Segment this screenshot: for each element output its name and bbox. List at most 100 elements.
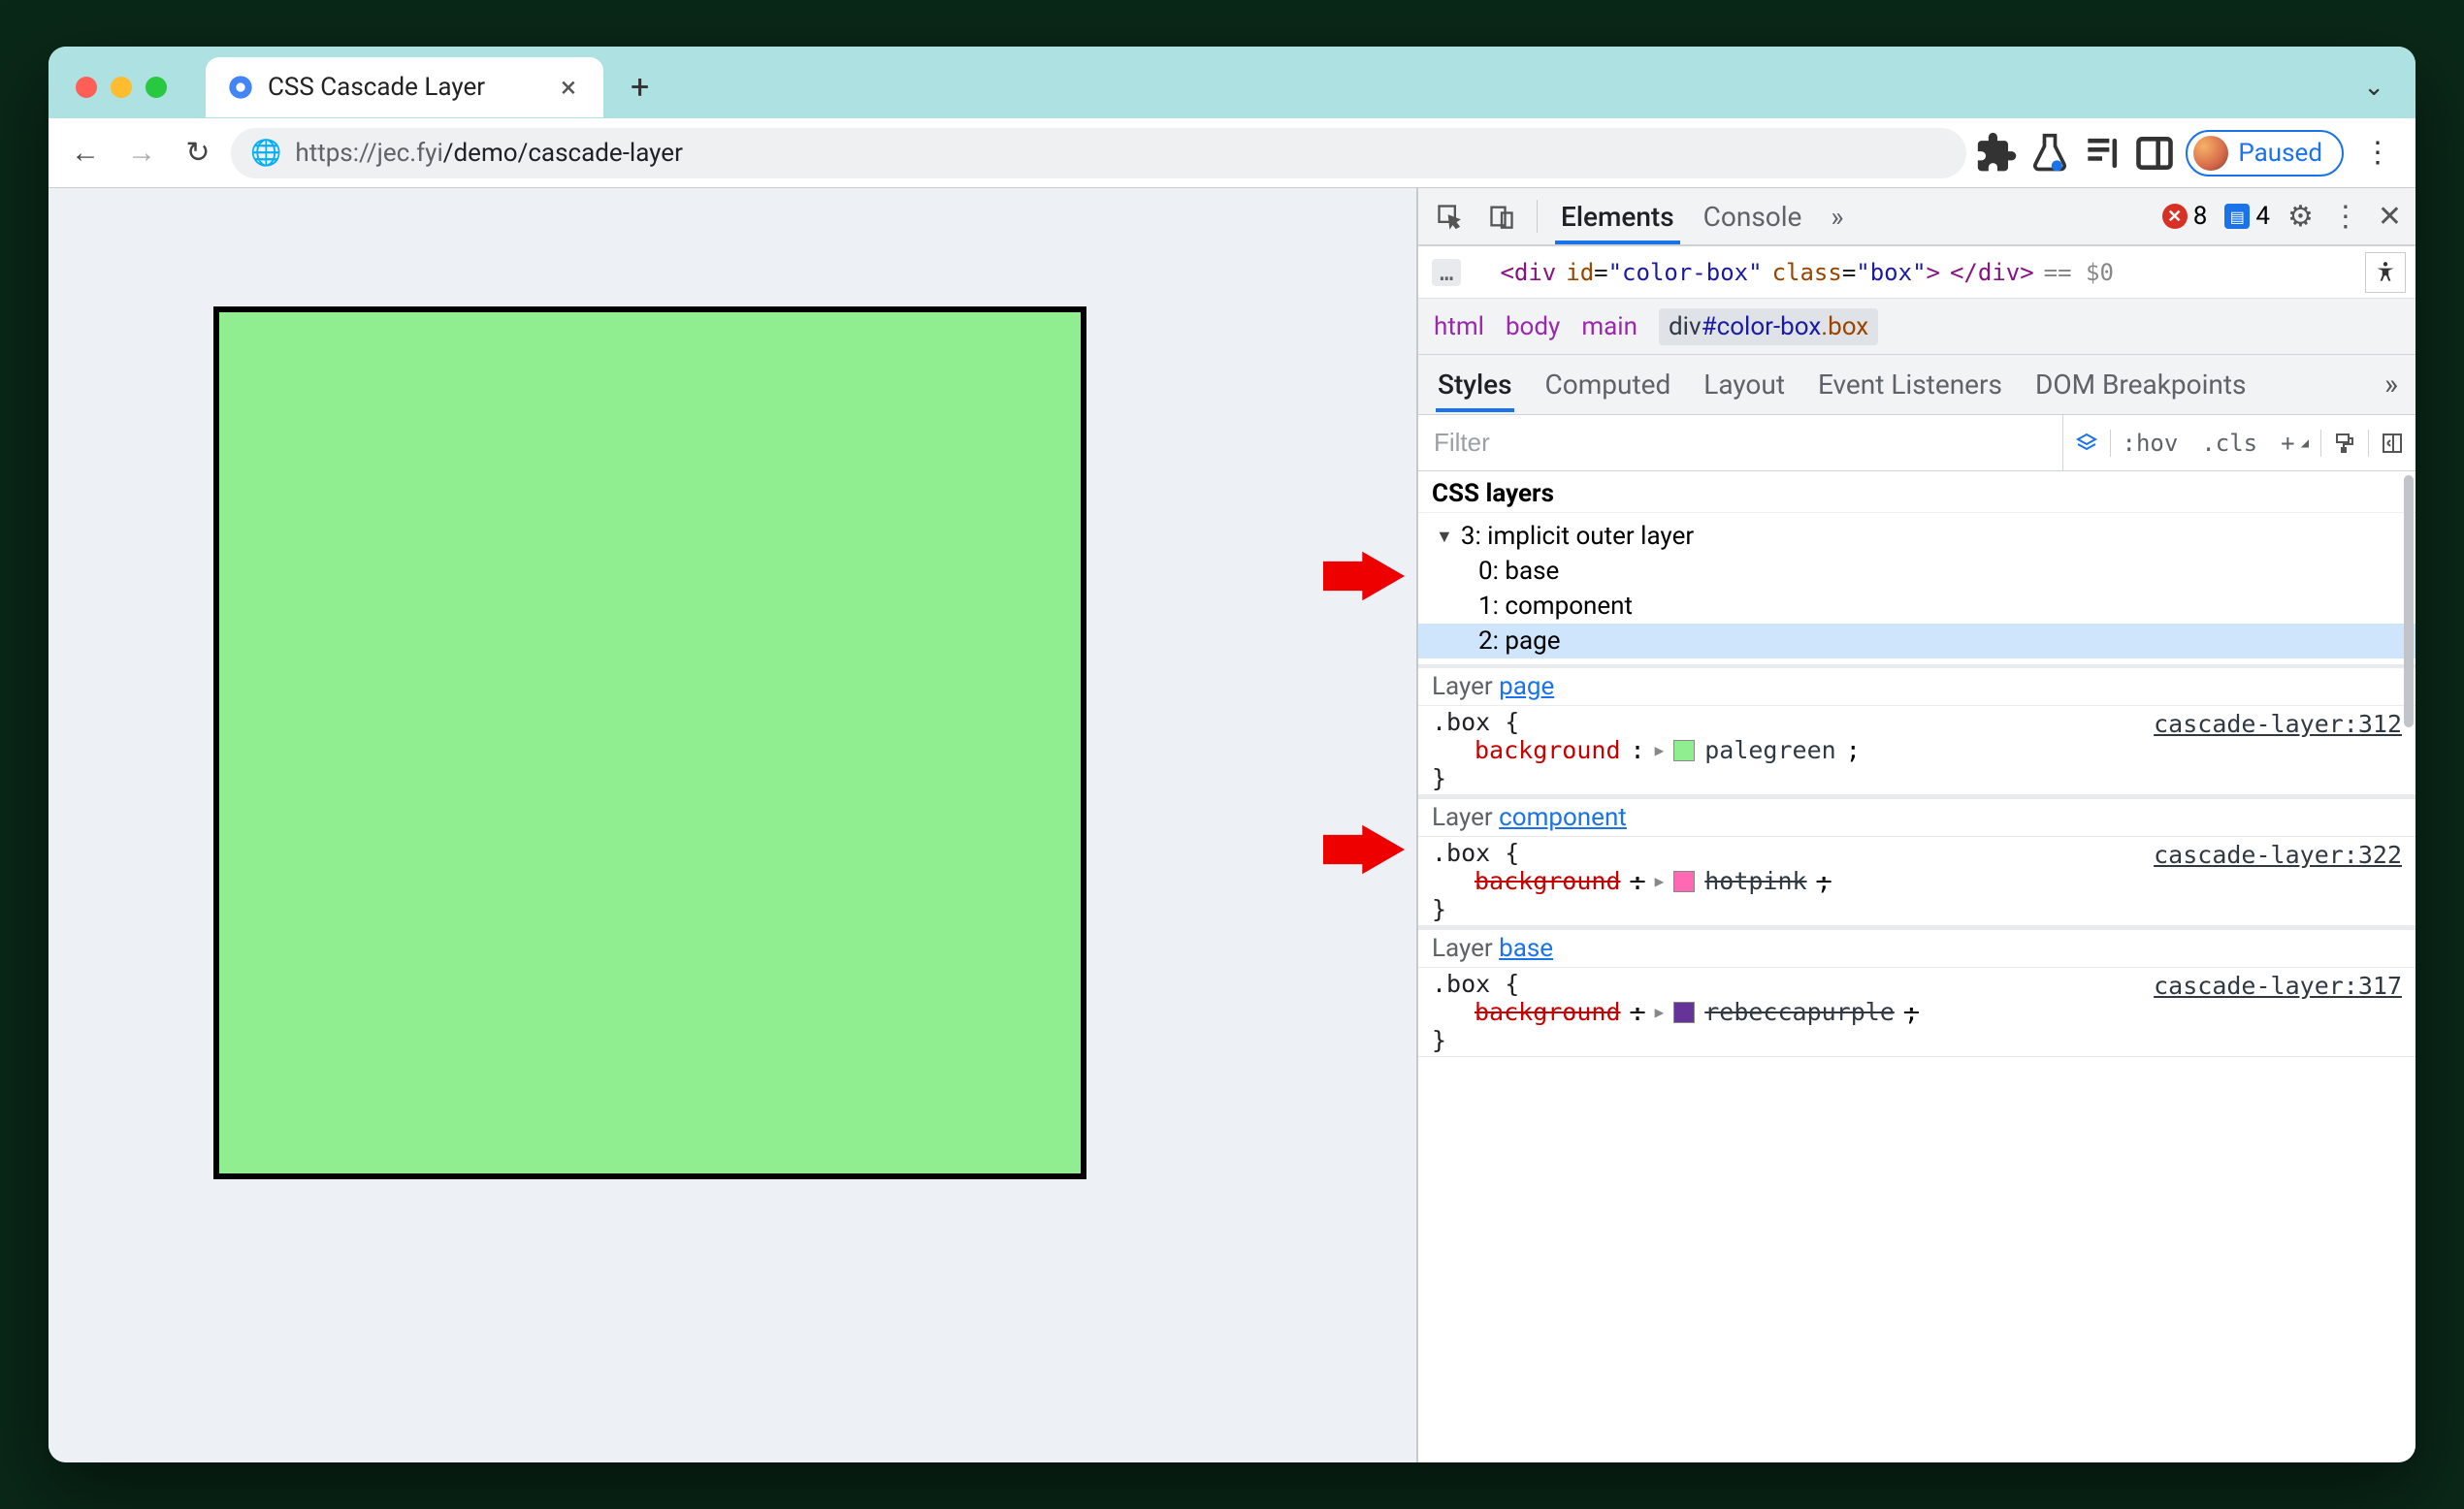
rule-layer-header: Layer component [1418, 799, 2415, 837]
styles-tab-layout[interactable]: Layout [1702, 357, 1787, 412]
rule-section: Layer page cascade-layer:312 .box { back… [1418, 664, 2415, 795]
new-rule-button[interactable]: +◢ [2269, 415, 2320, 470]
styles-tab-computed[interactable]: Computed [1543, 357, 1673, 412]
devtools-close-icon[interactable]: ✕ [2378, 200, 2402, 234]
rule-layer-header: Layer base [1418, 930, 2415, 968]
crumb-main[interactable]: main [1581, 312, 1637, 341]
devtools-menu-icon[interactable]: ⋮ [2331, 200, 2360, 234]
styles-body: CSS layers ▼ 3: implicit outer layer 0: … [1418, 471, 2415, 1462]
toolbar: ← → ↻ 🌐 https://jec.fyi/demo/cascade-lay… [49, 118, 2415, 188]
styles-tab-dom[interactable]: DOM Breakpoints [2033, 357, 2249, 412]
minimize-window-button[interactable] [111, 77, 132, 98]
devtools-tab-console[interactable]: Console [1698, 189, 1808, 244]
url-path: /demo/cascade-layer [443, 139, 683, 168]
layer-tree: ▼ 3: implicit outer layer 0: base 1: com… [1418, 513, 2415, 664]
rule-source-link[interactable]: cascade-layer:312 [2154, 710, 2402, 738]
address-bar[interactable]: 🌐 https://jec.fyi/demo/cascade-layer [231, 128, 1966, 178]
rule-semi: ; [1904, 998, 1919, 1026]
crumb-body[interactable]: body [1506, 312, 1560, 341]
rule-body[interactable]: cascade-layer:317 .box { background: ▶ r… [1418, 968, 2415, 1057]
annotation-arrows [1319, 188, 1416, 1462]
crumb-html[interactable]: html [1434, 312, 1484, 341]
rule-source-link[interactable]: cascade-layer:322 [2154, 841, 2402, 869]
styles-filter-input[interactable] [1418, 415, 2063, 470]
src-tag-open: <div [1500, 259, 1556, 286]
active-tab[interactable]: CSS Cascade Layer × [206, 57, 603, 117]
paint-icon[interactable] [2321, 415, 2368, 470]
layers-toggle-icon[interactable] [2063, 415, 2110, 470]
rule-declaration[interactable]: background: ▶ rebeccapurple; [1432, 998, 2402, 1026]
styles-tabs: Styles Computed Layout Event Listeners D… [1418, 355, 2415, 415]
rule-body[interactable]: cascade-layer:322 .box { background: ▶ h… [1418, 837, 2415, 926]
rule-source-link[interactable]: cascade-layer:317 [2154, 972, 2402, 1000]
layer-row-base[interactable]: 0: base [1428, 554, 2402, 589]
crumb-selected[interactable]: div#color-box.box [1659, 308, 1878, 345]
new-tab-button[interactable]: + [617, 68, 660, 107]
scrollbar-thumb[interactable] [2404, 475, 2414, 727]
styles-tab-styles[interactable]: Styles [1436, 357, 1514, 412]
layer-row-page[interactable]: 2: page [1418, 624, 2415, 658]
crumb-el: div [1669, 312, 1702, 341]
error-count[interactable]: ✕ 8 [2162, 202, 2208, 231]
cls-toggle[interactable]: .cls [2189, 415, 2269, 470]
message-count[interactable]: ▤ 4 [2224, 202, 2270, 231]
settings-gear-icon[interactable]: ⚙ [2287, 200, 2314, 234]
url: https://jec.fyi/demo/cascade-layer [295, 139, 683, 168]
styles-tab-listeners[interactable]: Event Listeners [1816, 357, 2004, 412]
rule-layer-label: Layer [1432, 803, 1499, 832]
reading-list-icon[interactable] [2081, 132, 2124, 175]
side-panel-icon[interactable] [2133, 132, 2176, 175]
forward-button[interactable]: → [118, 130, 165, 177]
extensions-icon[interactable] [1976, 132, 2019, 175]
site-info-icon[interactable]: 🌐 [250, 139, 281, 168]
hov-toggle[interactable]: :hov [2111, 415, 2190, 470]
layer-row-component[interactable]: 1: component [1428, 589, 2402, 624]
color-swatch[interactable] [1673, 740, 1695, 761]
devtools-toolbar: Elements Console » ✕ 8 ▤ 4 ⚙ ⋮ ✕ [1418, 188, 2415, 246]
rule-close: } [1432, 895, 2402, 923]
crumb-id: #color-box [1702, 312, 1822, 341]
device-toggle-icon[interactable] [1484, 199, 1519, 234]
profile-paused-pill[interactable]: Paused [2186, 130, 2344, 177]
rule-declaration[interactable]: background: ▶ hotpink; [1432, 867, 2402, 895]
url-host: https://jec.fyi [295, 139, 442, 168]
window-controls [76, 77, 167, 98]
rule-layer-link[interactable]: component [1499, 803, 1627, 832]
rule-colon: : [1631, 736, 1645, 764]
accessibility-icon[interactable] [2365, 252, 2406, 293]
error-icon: ✕ [2162, 204, 2188, 229]
devtools-tab-more[interactable]: » [1825, 189, 1849, 244]
styles-tab-more[interactable]: » [2384, 368, 2398, 401]
message-icon: ▤ [2224, 204, 2250, 229]
styles-scrollbar[interactable] [2402, 471, 2415, 1462]
close-window-button[interactable] [76, 77, 97, 98]
elements-source-line[interactable]: … <div id="color-box" class="box"> </div… [1418, 246, 2415, 299]
rule-body[interactable]: cascade-layer:312 .box { background: ▶ p… [1418, 706, 2415, 795]
rule-layer-link[interactable]: base [1499, 934, 1553, 963]
maximize-window-button[interactable] [146, 77, 167, 98]
expand-shorthand-icon[interactable]: ▶ [1655, 741, 1665, 759]
tab-list-chevron-icon[interactable]: ⌄ [2363, 73, 2415, 102]
disclosure-triangle-icon[interactable]: ▼ [1436, 527, 1453, 547]
layer-outer-label: 3: implicit outer layer [1461, 522, 1694, 551]
avatar-icon [2193, 136, 2228, 171]
rule-declaration[interactable]: background: ▶ palegreen; [1432, 736, 2402, 764]
rule-layer-link[interactable]: page [1499, 672, 1554, 701]
browser-menu-button[interactable]: ⋮ [2353, 136, 2402, 170]
plus-label: + [2281, 430, 2294, 457]
computed-toggle-icon[interactable] [2369, 415, 2415, 470]
expand-shorthand-icon[interactable]: ▶ [1655, 1003, 1665, 1021]
expand-shorthand-icon[interactable]: ▶ [1655, 872, 1665, 890]
color-swatch[interactable] [1673, 1002, 1695, 1023]
inspect-element-icon[interactable] [1432, 199, 1467, 234]
ellipsis-icon[interactable]: … [1432, 259, 1461, 286]
layer-row-outer[interactable]: ▼ 3: implicit outer layer [1428, 519, 2402, 554]
labs-icon[interactable] [2028, 132, 2071, 175]
color-swatch[interactable] [1673, 871, 1695, 892]
src-var: == $0 [2044, 259, 2114, 286]
rule-colon: : [1631, 998, 1645, 1026]
tab-close-icon[interactable]: × [555, 71, 582, 105]
back-button[interactable]: ← [62, 130, 109, 177]
reload-button[interactable]: ↻ [175, 130, 221, 177]
devtools-tab-elements[interactable]: Elements [1555, 189, 1680, 244]
